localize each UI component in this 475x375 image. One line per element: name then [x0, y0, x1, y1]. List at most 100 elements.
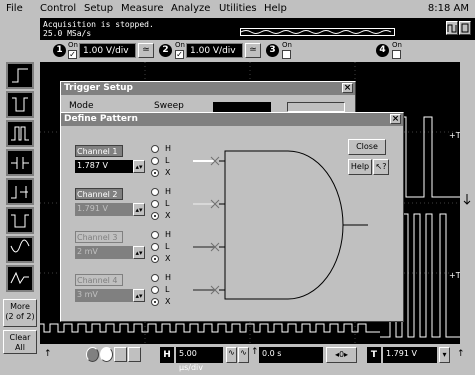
channel-3-radio-l[interactable]: L — [151, 242, 169, 252]
run-control-icon[interactable] — [86, 347, 99, 362]
channel-4-radio-l[interactable]: L — [151, 285, 169, 295]
menu-measure[interactable]: Measure — [121, 3, 164, 14]
channel-2-badge[interactable]: 2 — [159, 44, 172, 57]
timebase-down-icon[interactable]: ∿ — [226, 347, 237, 363]
timebase-field[interactable]: 5.00 µs/div — [176, 347, 223, 372]
channel-3-radio-h[interactable]: H — [151, 230, 171, 240]
trigger-mode-toolbar: More (2 of 2) Clear All — [0, 18, 40, 367]
print-icon[interactable] — [128, 347, 141, 362]
close-button[interactable]: Close — [348, 139, 386, 155]
clear-all-button[interactable]: Clear All — [3, 330, 37, 354]
menu-help[interactable]: Help — [264, 3, 287, 14]
channel-3-radio-x[interactable]: X — [151, 254, 170, 264]
menu-analyze[interactable]: Analyze — [171, 3, 210, 14]
sweep-field[interactable] — [213, 102, 271, 112]
channel-2-radio-l[interactable]: L — [151, 199, 169, 209]
channel-2-coupling-button[interactable]: ≃ — [245, 43, 261, 58]
radio-circle[interactable] — [151, 200, 159, 208]
channel-1-radio-x[interactable]: X — [151, 168, 170, 178]
channel-3-checkbox[interactable] — [282, 50, 291, 59]
trigger-option-field[interactable] — [287, 102, 345, 112]
channel-3-badge[interactable]: 3 — [266, 44, 279, 57]
image-icon[interactable] — [114, 347, 127, 362]
channel-4-label: Channel 4 — [75, 274, 123, 286]
channel-4-radio-x[interactable]: X — [151, 297, 170, 307]
channel-1-checkbox[interactable]: ✓ — [68, 50, 77, 59]
radio-circle[interactable] — [151, 169, 159, 177]
trigger-sweep-label: Sweep — [154, 101, 184, 111]
channel-2-threshold[interactable]: 1.791 V — [75, 203, 133, 216]
radio-circle[interactable] — [151, 145, 159, 153]
radio-circle[interactable] — [151, 274, 159, 282]
channel-4-spinner[interactable]: ▴▾ — [133, 289, 145, 302]
menu-utilities[interactable]: Utilities — [219, 3, 257, 14]
define-pattern-close-icon[interactable]: × — [390, 114, 401, 124]
pattern-trigger-icon[interactable] — [6, 120, 34, 147]
waveform-icon[interactable] — [446, 21, 458, 35]
memory-bar-graphic — [241, 30, 392, 34]
palette-icon[interactable] — [459, 21, 471, 35]
radio-circle[interactable] — [151, 231, 159, 239]
channel-2-radio-x[interactable]: X — [151, 211, 170, 221]
channel-1-radio-l[interactable]: L — [151, 156, 169, 166]
trigger-level-field[interactable]: 1.791 V — [383, 347, 437, 363]
help-button[interactable]: Help — [348, 159, 372, 175]
channel-1-threshold[interactable]: 1.787 V — [75, 160, 133, 173]
timebase-up-icon[interactable]: ∿ — [238, 347, 249, 363]
menu-setup[interactable]: Setup — [84, 3, 113, 14]
edge-trigger-icon[interactable] — [6, 62, 34, 89]
delay-trigger-icon[interactable] — [6, 178, 34, 205]
radio-circle[interactable] — [151, 298, 159, 306]
channel-1-radio-h[interactable]: H — [151, 144, 171, 154]
trigger-arrow-icon: ↑ — [457, 349, 465, 359]
trigger-label: T — [367, 347, 381, 363]
channel-4-radio-h[interactable]: H — [151, 273, 171, 283]
define-pattern-title: Define Pattern — [61, 113, 403, 126]
channel-3-on-label: On — [282, 41, 292, 49]
up-arrow-icon[interactable]: ↑ — [44, 349, 52, 359]
channel-1-scale[interactable]: 1.00 V/div — [79, 43, 136, 58]
tv-trigger-icon[interactable] — [6, 236, 34, 263]
trigger-setup-title: Trigger Setup — [61, 82, 355, 95]
delay-field[interactable]: 0.0 s — [259, 347, 323, 363]
sequence-trigger-icon[interactable] — [6, 265, 34, 292]
channel-2-scale[interactable]: 1.00 V/div — [186, 43, 243, 58]
define-pattern-dialog: Define Pattern × Channel 1 1.787 V ▴▾ H … — [60, 112, 404, 322]
delay-arrow-icon: ↑ — [251, 347, 259, 357]
context-help-icon[interactable]: ↖? — [373, 159, 389, 175]
stop-control-icon[interactable] — [100, 347, 113, 362]
radio-circle[interactable] — [151, 212, 159, 220]
channel-4-threshold[interactable]: 3 mV — [75, 289, 133, 302]
trigger-level-dropdown-icon[interactable]: ▾ — [439, 347, 450, 363]
radio-circle[interactable] — [151, 243, 159, 251]
channel-4-badge[interactable]: 4 — [376, 44, 389, 57]
channel-4-checkbox[interactable] — [392, 50, 401, 59]
channel-2-checkbox[interactable]: ✓ — [175, 50, 184, 59]
channel-1-badge[interactable]: 1 — [53, 44, 66, 57]
radio-circle[interactable] — [151, 255, 159, 263]
timeout-trigger-icon[interactable] — [6, 207, 34, 234]
svg-text:+T: +T — [449, 271, 460, 280]
menu-file[interactable]: File — [6, 3, 23, 14]
right-marker-strip — [460, 62, 475, 344]
channel-3-threshold[interactable]: 2 mV — [75, 246, 133, 259]
radio-circle[interactable] — [151, 157, 159, 165]
channel-2-radio-h[interactable]: H — [151, 187, 171, 197]
channel-bar: 1 On ✓ 1.00 V/div ≃ 2 On ✓ 1.00 V/div ≃ … — [40, 41, 475, 62]
radio-circle[interactable] — [151, 286, 159, 294]
acquisition-memory-bar — [240, 28, 395, 36]
channel-3-spinner[interactable]: ▴▾ — [133, 246, 145, 259]
channel-2-spinner[interactable]: ▴▾ — [133, 203, 145, 216]
delay-nav-buttons[interactable]: ◂0▸ — [326, 347, 357, 363]
more-button[interactable]: More (2 of 2) — [3, 299, 37, 327]
channel-1-spinner[interactable]: ▴▾ — [133, 160, 145, 173]
horizontal-label: H — [160, 347, 174, 363]
trigger-mode-label: Mode — [69, 101, 94, 111]
radio-circle[interactable] — [151, 188, 159, 196]
trigger-setup-close-icon[interactable]: × — [342, 83, 353, 93]
menu-control[interactable]: Control — [40, 3, 76, 14]
channel-1-coupling-button[interactable]: ≃ — [138, 43, 154, 58]
state-trigger-icon[interactable] — [6, 149, 34, 176]
clock: 8:18 AM — [427, 3, 469, 14]
glitch-trigger-icon[interactable] — [6, 91, 34, 118]
